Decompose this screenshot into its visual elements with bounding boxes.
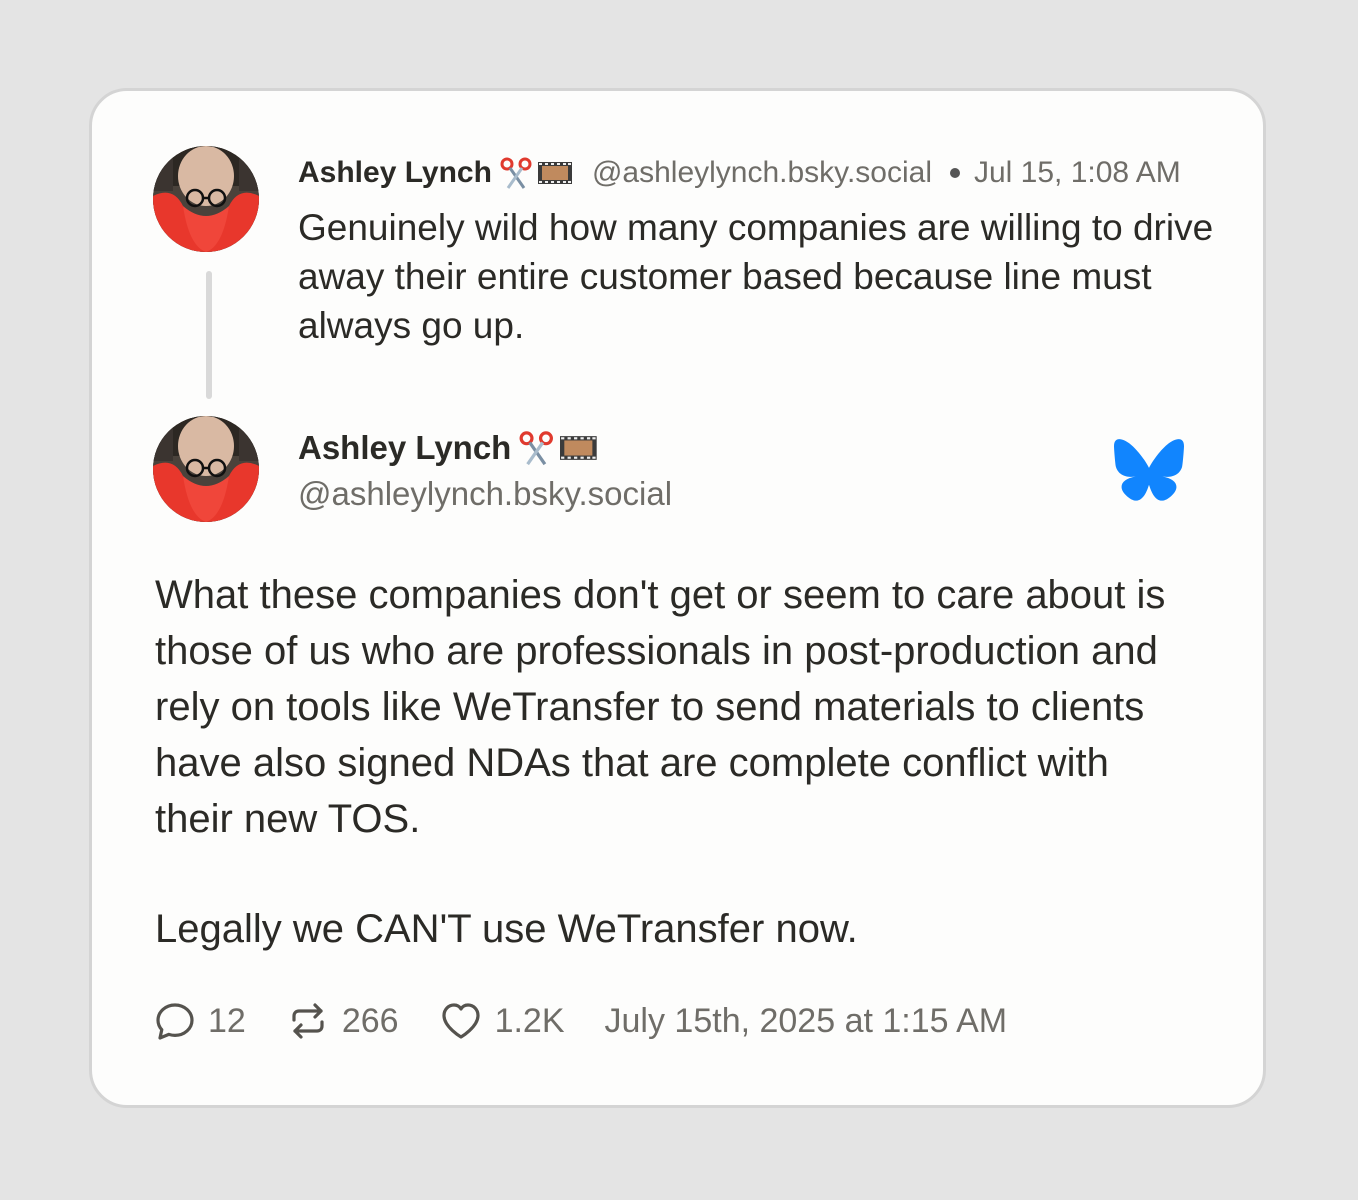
scissors-film-emoji-icon	[500, 156, 576, 190]
parent-post-text: Genuinely wild how many companies are wi…	[298, 207, 1214, 346]
speech-bubble-icon	[156, 1003, 194, 1040]
like-count: 1.2K	[494, 1001, 565, 1040]
main-post-paragraph: What these companies don't get or seem t…	[155, 573, 1166, 841]
reply-count: 12	[208, 1001, 246, 1040]
repost-arrows-icon	[292, 1003, 324, 1039]
repost-count: 266	[341, 1001, 399, 1040]
parent-author-handle[interactable]: @ashleylynch.bsky.social	[592, 156, 932, 190]
main-author-avatar[interactable]	[153, 416, 259, 522]
like-button[interactable]: 1.2K	[439, 1000, 565, 1042]
parent-author-avatar[interactable]	[153, 146, 259, 252]
parent-author-name[interactable]: Ashley Lynch	[298, 156, 492, 190]
thread-connector-line	[206, 271, 212, 399]
heart-icon	[441, 1003, 480, 1039]
main-author-handle[interactable]: @ashleylynch.bsky.social	[298, 475, 672, 513]
separator-dot	[950, 168, 960, 178]
repost-button[interactable]: 266	[286, 1000, 399, 1042]
reply-button[interactable]: 12	[154, 1000, 246, 1042]
main-post-text: What these companies don't get or seem t…	[155, 567, 1195, 957]
main-author-name-row: Ashley Lynch	[298, 425, 601, 471]
scissors-film-emoji-icon	[519, 429, 601, 467]
parent-post-timestamp[interactable]: Jul 15, 1:08 AM	[974, 156, 1181, 190]
main-author-name[interactable]: Ashley Lynch	[298, 429, 511, 467]
post-footer: 12 266 1.2K July 15th, 2025 at 1:15 AM	[154, 997, 1007, 1045]
post-card: Ashley Lynch @ashleylynch.bsky.social Ju…	[89, 88, 1266, 1108]
bluesky-butterfly-logo-icon[interactable]	[1114, 439, 1184, 506]
main-post-timestamp[interactable]: July 15th, 2025 at 1:15 AM	[605, 1002, 1008, 1041]
main-post-paragraph: Legally we CAN'T use WeTransfer now.	[155, 907, 858, 951]
parent-post-header: Ashley Lynch @ashleylynch.bsky.social Ju…	[298, 151, 1181, 195]
